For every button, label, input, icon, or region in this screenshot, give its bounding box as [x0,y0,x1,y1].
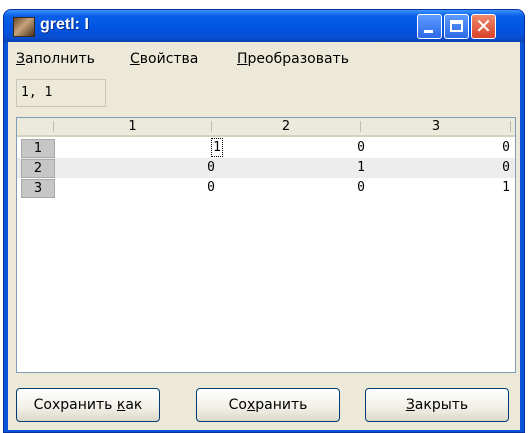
cell-1-3[interactable]: 0 [365,138,510,158]
menu-properties-mnemonic: С [130,51,140,67]
table-row: 1 1 0 0 [17,138,515,158]
cell-2-1[interactable]: 0 [61,158,215,178]
save-button[interactable]: Сохранить [196,388,340,422]
gretl-app-icon[interactable] [13,17,35,37]
column-header-3[interactable]: 3 [361,118,511,135]
column-header-2[interactable]: 2 [212,118,360,135]
menu-transform-label: реобразовать [247,51,349,67]
column-separator [510,121,511,132]
title-bar[interactable]: gretl: I ✕ [4,10,524,42]
minimize-icon [424,30,433,33]
cell-3-3[interactable]: 1 [365,178,510,198]
menu-properties-label: войства [139,51,199,67]
save-label-end: ранить [255,397,308,413]
column-header-row: 1 2 3 [17,118,515,137]
menu-bar: Заполнить Свойства Преобразовать [8,42,520,76]
matrix-editor-window: gretl: I ✕ Заполнить Свойства Преобразов… [3,9,525,433]
save-as-button[interactable]: Сохранить как [16,388,160,422]
close-mnemonic: З [405,397,415,413]
save-as-label-end: ак [125,397,143,413]
window-client-area: Заполнить Свойства Преобразовать 1, 1 1 … [8,42,520,430]
table-row: 3 0 0 1 [17,178,515,198]
cell-position-field: 1, 1 [16,79,106,107]
close-button[interactable]: Закрыть [365,388,509,422]
save-as-label: Сохранить [33,397,117,413]
cell-3-2[interactable]: 0 [221,178,365,198]
row-header-1[interactable]: 1 [21,139,55,158]
menu-fill-mnemonic: З [16,51,25,67]
cell-2-2[interactable]: 1 [221,158,365,178]
menu-fill[interactable]: Заполнить [16,51,95,67]
cell-2-3[interactable]: 0 [365,158,510,178]
close-window-button[interactable]: ✕ [471,14,496,39]
cell-3-1[interactable]: 0 [61,178,215,198]
maximize-icon [450,20,463,32]
menu-transform[interactable]: Преобразовать [237,51,349,67]
close-label: акрыть [414,397,469,413]
cell-value: 1 [211,138,223,157]
row-header-3[interactable]: 3 [21,179,55,198]
menu-fill-label: аполнить [24,51,95,67]
column-header-1[interactable]: 1 [54,118,211,135]
maximize-button[interactable] [444,14,469,39]
save-mnemonic: х [246,397,256,413]
cell-1-1[interactable]: 1 [61,138,223,158]
minimize-button[interactable] [417,14,442,39]
matrix-grid[interactable]: 1 2 3 1 1 0 0 2 0 1 0 3 0 0 1 [16,117,516,373]
window-title: gretl: I [40,16,89,33]
close-icon: ✕ [475,14,492,38]
cell-1-2[interactable]: 0 [221,138,365,158]
menu-properties[interactable]: Свойства [130,51,198,67]
table-row: 2 0 1 0 [17,158,515,178]
menu-transform-mnemonic: П [237,51,248,67]
save-label: Со [228,397,247,413]
row-header-2[interactable]: 2 [21,159,55,178]
